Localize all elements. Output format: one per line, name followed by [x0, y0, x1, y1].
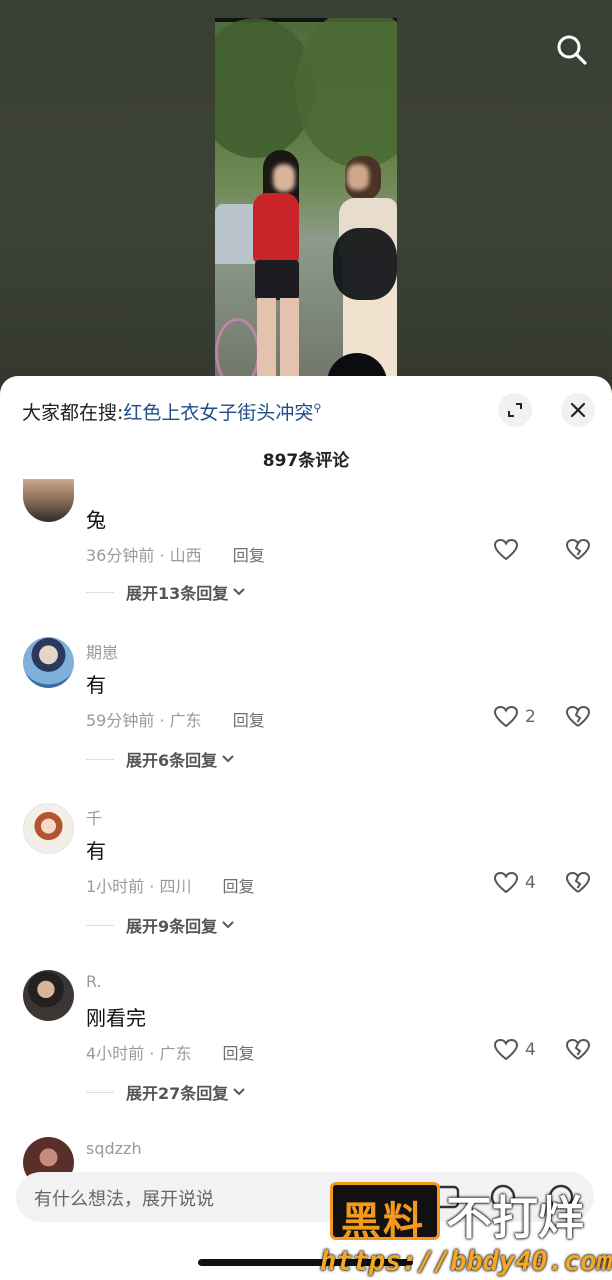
divider-dash — [86, 924, 114, 926]
dislike-button[interactable] — [565, 705, 591, 733]
reply-button[interactable]: 回复 — [233, 546, 265, 565]
chevron-down-icon — [222, 755, 234, 763]
expand-replies-label: 展开6条回复 — [126, 751, 218, 770]
broken-heart-icon — [565, 871, 591, 893]
dislike-button[interactable] — [565, 538, 591, 566]
expand-replies-button[interactable]: 展开13条回复 — [86, 580, 246, 604]
expand-replies-button[interactable]: 展开27条回复 — [86, 1080, 246, 1104]
close-icon — [570, 402, 586, 418]
comments-sheet: 大家都在搜:红色上衣女子街头冲突⚲ 897条评论 兔 36分钟前 · 山西 回复 — [0, 376, 612, 1280]
foreground-object — [333, 228, 397, 300]
comment-text: 有 — [86, 673, 106, 697]
comment-count: 897条评论 — [262, 451, 350, 471]
comment-text: 有 — [86, 839, 106, 863]
heart-icon — [493, 871, 519, 894]
comment-username[interactable]: 期崽 — [86, 639, 118, 663]
comment-text: 刚看完 — [86, 1006, 146, 1030]
person-legs — [257, 298, 299, 388]
comment-meta: 59分钟前 · 广东 回复 — [86, 707, 265, 731]
person-red-top — [253, 193, 299, 263]
video-player[interactable] — [215, 18, 397, 388]
reply-button[interactable]: 回复 — [223, 877, 255, 896]
dislike-button[interactable] — [565, 1038, 591, 1066]
comment-input-placeholder: 有什么想法，展开说说 — [34, 1189, 214, 1210]
like-button[interactable]: 2 — [493, 705, 536, 729]
broken-heart-icon — [565, 1038, 591, 1060]
comment-meta: 36分钟前 · 山西 回复 — [86, 542, 265, 566]
watermark-text: 不打烊 — [446, 1191, 584, 1245]
reply-button[interactable]: 回复 — [223, 1044, 255, 1063]
dislike-button[interactable] — [565, 871, 591, 899]
hot-search-link[interactable]: 红色上衣女子街头冲突 — [123, 402, 313, 424]
search-button[interactable] — [554, 32, 590, 68]
like-count: 2 — [525, 707, 536, 727]
broken-heart-icon — [565, 538, 591, 560]
comment-item: R. 刚看完 4小时前 · 广东 回复 4 展开27条回复 — [0, 968, 612, 1128]
person-shorts — [255, 260, 299, 300]
heart-icon — [493, 538, 519, 561]
chevron-down-icon — [233, 1088, 245, 1096]
chevron-down-icon — [233, 588, 245, 596]
comment-username[interactable]: 千 — [86, 805, 102, 829]
expand-icon — [508, 403, 522, 417]
broken-heart-icon — [565, 705, 591, 727]
watermark-url: https://bbdy40.com — [320, 1246, 612, 1277]
comment-username[interactable]: sqdzzh — [86, 1139, 142, 1158]
watermark-badge-text: 黑料 — [341, 1199, 425, 1245]
reply-button[interactable]: 回复 — [233, 711, 265, 730]
expand-sheet-button[interactable] — [498, 393, 532, 427]
like-button[interactable]: 4 — [493, 871, 536, 895]
divider-dash — [86, 1091, 114, 1093]
search-small-icon: ⚲ — [313, 401, 322, 415]
comment-time: 59分钟前 · 广东 — [86, 711, 202, 730]
like-count: 4 — [525, 1040, 536, 1060]
expand-replies-label: 展开9条回复 — [126, 917, 218, 936]
heart-icon — [493, 1038, 519, 1061]
hot-search-prefix: 大家都在搜: — [22, 402, 124, 424]
comment-meta: 1小时前 · 四川 回复 — [86, 873, 255, 897]
search-icon — [557, 35, 587, 65]
heart-icon — [493, 705, 519, 728]
expand-replies-label: 展开13条回复 — [126, 584, 229, 603]
avatar[interactable] — [23, 803, 74, 854]
blurred-face — [273, 164, 295, 192]
close-sheet-button[interactable] — [561, 393, 595, 427]
watermark-badge: 黑料 — [330, 1182, 440, 1245]
like-button[interactable] — [493, 538, 525, 562]
avatar[interactable] — [23, 637, 74, 688]
comment-time: 4小时前 · 广东 — [86, 1044, 192, 1063]
comment-text: 兔 — [86, 508, 106, 532]
comment-time: 1小时前 · 四川 — [86, 877, 192, 896]
expand-replies-button[interactable]: 展开9条回复 — [86, 913, 235, 937]
tree-foliage — [295, 18, 397, 168]
blurred-face — [347, 164, 369, 190]
comment-username[interactable]: R. — [86, 972, 102, 991]
like-count: 4 — [525, 873, 536, 893]
avatar[interactable] — [23, 479, 74, 522]
hot-search-banner[interactable]: 大家都在搜:红色上衣女子街头冲突⚲ — [22, 398, 321, 425]
comment-meta: 4小时前 · 广东 回复 — [86, 1040, 255, 1064]
expand-replies-button[interactable]: 展开6条回复 — [86, 747, 235, 771]
comment-item: 千 有 1小时前 · 四川 回复 4 展开9条回复 — [0, 801, 612, 961]
comment-item: 期崽 有 59分钟前 · 广东 回复 2 展开6条回复 — [0, 635, 612, 795]
divider-dash — [86, 591, 114, 593]
comment-time: 36分钟前 · 山西 — [86, 546, 202, 565]
like-button[interactable]: 4 — [493, 1038, 536, 1062]
expand-replies-label: 展开27条回复 — [126, 1084, 229, 1103]
comment-item: 兔 36分钟前 · 山西 回复 展开13条回复 — [0, 479, 612, 640]
avatar[interactable] — [23, 970, 74, 1021]
comment-item: sqdzzh — [0, 1135, 612, 1188]
divider-dash — [86, 758, 114, 760]
chevron-down-icon — [222, 921, 234, 929]
